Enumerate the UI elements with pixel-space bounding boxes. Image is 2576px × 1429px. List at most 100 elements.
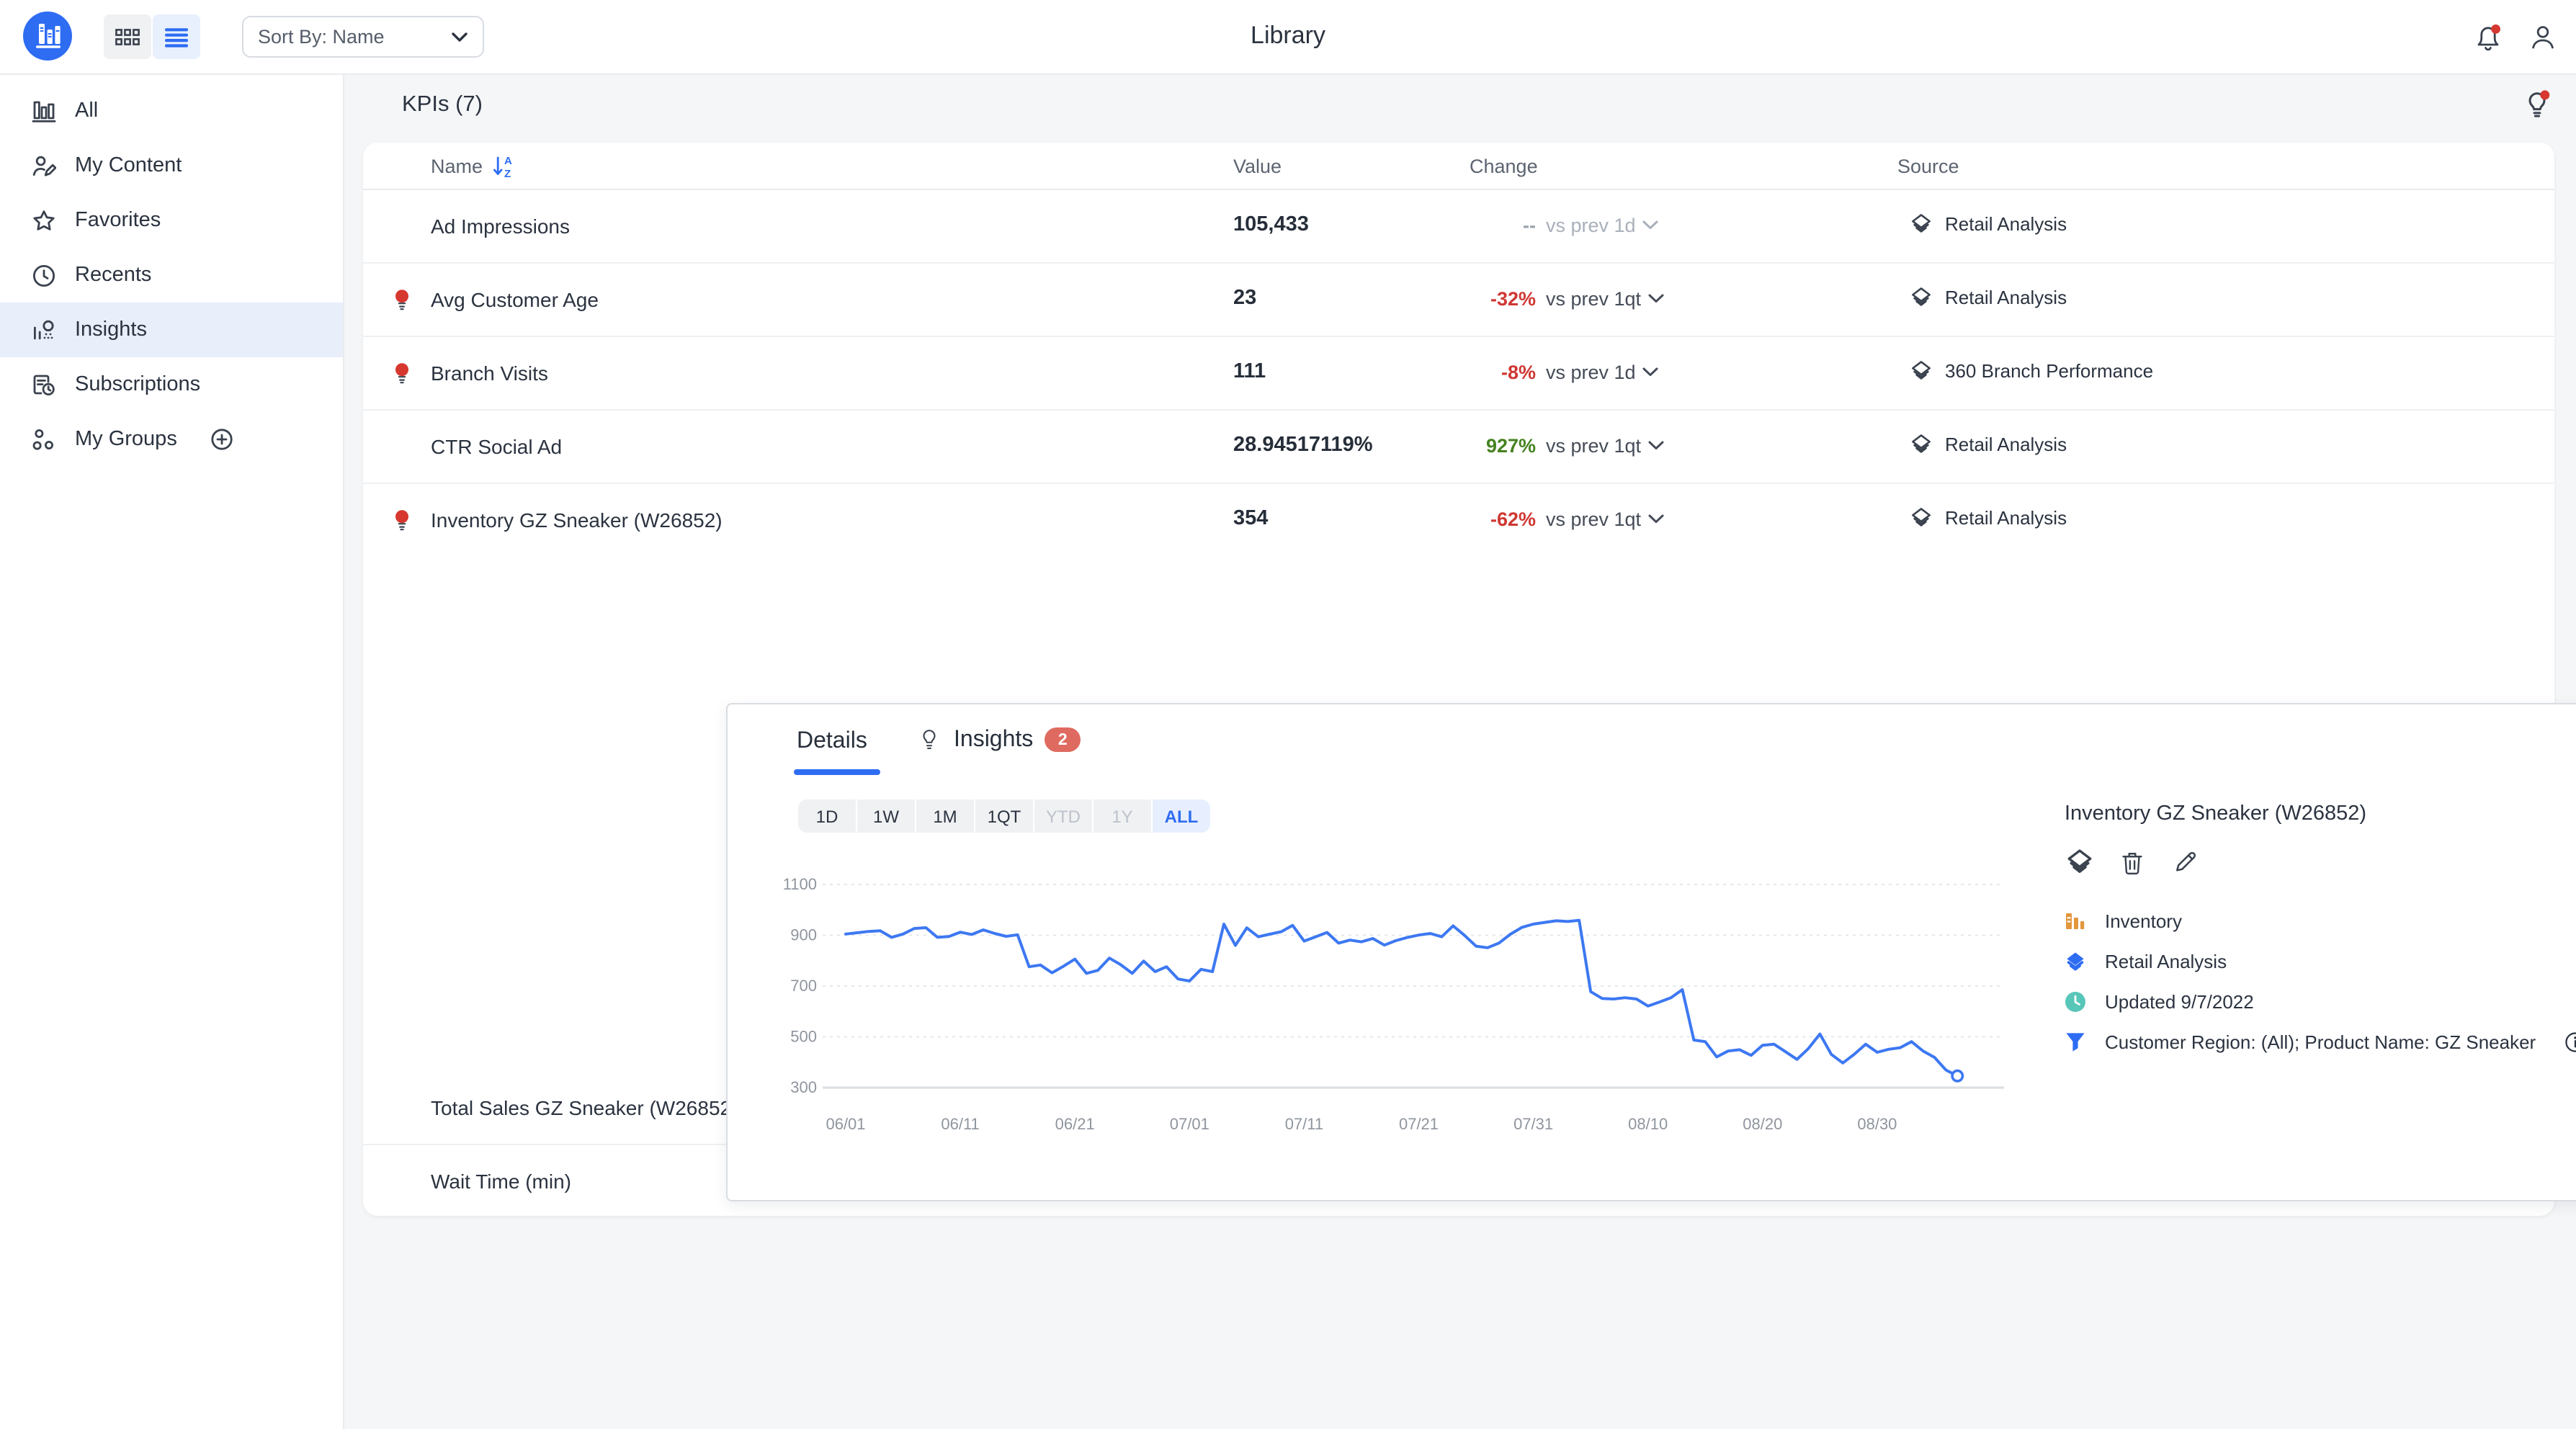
time-range-all[interactable]: ALL [1153, 799, 1210, 833]
time-range-1m[interactable]: 1M [916, 799, 974, 833]
time-range-1qt[interactable]: 1QT [975, 799, 1033, 833]
insight-bulb-icon [390, 288, 413, 313]
kpi-source-label: Retail Analysis [1945, 213, 2067, 235]
document-clock-icon [32, 372, 56, 397]
kpi-row[interactable]: CTR Social Ad 28.94517119% 927% vs prev … [363, 411, 2554, 484]
detail-actions [2065, 847, 2200, 876]
kpi-name: CTR Social Ad [431, 435, 562, 458]
tab-details[interactable]: Details [797, 729, 867, 755]
compare-period-label: vs prev 1qt [1546, 435, 1641, 457]
kpi-name: Branch Visits [431, 362, 548, 385]
sidebar-item-all[interactable]: All [0, 84, 343, 138]
kpi-value: 28.94517119% [1233, 434, 1373, 457]
compare-period-dropdown[interactable]: vs prev 1d [1546, 215, 1659, 236]
chevron-down-icon [1648, 514, 1664, 524]
sidebar-item-subscriptions[interactable]: Subscriptions [0, 357, 343, 412]
compare-period-dropdown[interactable]: vs prev 1qt [1546, 435, 1664, 457]
kpi-row[interactable]: Avg Customer Age 23 -32% vs prev 1qt Ret… [363, 264, 2554, 337]
svg-text:08/10: 08/10 [1628, 1115, 1668, 1133]
time-range-1w[interactable]: 1W [857, 799, 915, 833]
kpi-name: Wait Time (min) [431, 1170, 571, 1193]
tab-insights[interactable]: Insights 2 [916, 726, 1081, 753]
data-model-button[interactable] [2065, 847, 2093, 876]
data-model-icon [1910, 287, 1932, 308]
delete-button[interactable] [2118, 847, 2147, 876]
kpi-source-label: Retail Analysis [1945, 434, 2067, 455]
kpis-table-card: Name A Z Value Change Source Ad Impressi… [363, 143, 2554, 1216]
sidebar-item-label: Subscriptions [75, 373, 200, 396]
detail-meta-row: Inventory [2065, 900, 2576, 941]
sidebar-item-label: My Groups [75, 428, 177, 451]
data-model-icon [2065, 848, 2093, 875]
sidebar-item-recents[interactable]: Recents [0, 248, 343, 303]
kpi-trend-chart: 110090070050030006/0106/1106/2107/0107/1… [782, 873, 2021, 1154]
compare-period-dropdown[interactable]: vs prev 1qt [1546, 509, 1664, 530]
compare-period-label: vs prev 1qt [1546, 288, 1641, 310]
insight-bulb-icon [390, 509, 413, 533]
kpi-name: Avg Customer Age [431, 288, 599, 311]
sidebar-item-my-content[interactable]: My Content [0, 138, 343, 193]
compare-period-dropdown[interactable]: vs prev 1d [1546, 362, 1659, 383]
last-point-marker [1952, 1071, 1962, 1081]
notifications-button[interactable] [2469, 19, 2507, 56]
compare-period-label: vs prev 1d [1546, 215, 1636, 236]
kpi-source: Retail Analysis [1910, 434, 2067, 455]
table-header: Name A Z Value Change Source [363, 143, 2554, 190]
time-range-1d[interactable]: 1D [798, 799, 856, 833]
sidebar-item-label: All [75, 99, 98, 122]
column-header-source: Source [1897, 156, 1959, 177]
trash-icon [2119, 848, 2145, 875]
svg-text:700: 700 [790, 977, 817, 995]
sidebar: All My Content Favorites Recents [0, 73, 344, 1429]
library-page: Sort By: Name Library All [0, 0, 2576, 1429]
sidebar-item-my-groups[interactable]: My Groups [0, 412, 343, 467]
kpi-source: Retail Analysis [1910, 507, 2067, 529]
person-icon [2526, 20, 2560, 55]
info-icon[interactable] [2564, 1031, 2576, 1052]
kpi-rows: Ad Impressions 105,433 -- vs prev 1d Ret… [363, 190, 2554, 556]
kpi-row[interactable]: Inventory GZ Sneaker (W26852) 354 -62% v… [363, 484, 2554, 556]
time-range-1y: 1Y [1094, 799, 1151, 833]
kpi-value: 23 [1233, 287, 1256, 310]
svg-text:08/30: 08/30 [1857, 1115, 1897, 1133]
kpi-row[interactable]: Ad Impressions 105,433 -- vs prev 1d Ret… [363, 190, 2554, 264]
sidebar-item-label: My Content [75, 154, 182, 177]
account-button[interactable] [2524, 19, 2562, 56]
compare-period-dropdown[interactable]: vs prev 1qt [1546, 288, 1664, 310]
svg-text:06/21: 06/21 [1055, 1115, 1095, 1133]
line-chart: 110090070050030006/0106/1106/2107/0107/1… [782, 873, 2021, 1154]
detail-meta-row: Retail Analysis [2065, 941, 2576, 981]
kpi-change: -62% [1363, 509, 1536, 530]
kpi-source-label: 360 Branch Performance [1945, 360, 2153, 382]
data-model-icon [2065, 950, 2086, 972]
kpi-change: 927% [1363, 435, 1536, 457]
time-range-ytd: YTD [1034, 799, 1092, 833]
kpi-name: Inventory GZ Sneaker (W26852) [431, 509, 723, 532]
top-bar: Sort By: Name Library [0, 0, 2576, 75]
lightbulb-dot-icon [2518, 86, 2556, 124]
svg-text:A: A [504, 155, 512, 167]
kpi-value: 111 [1233, 360, 1266, 383]
star-icon [32, 208, 56, 233]
sidebar-item-favorites[interactable]: Favorites [0, 193, 343, 248]
sort-az-icon: A Z [493, 154, 514, 179]
chevron-down-icon [1643, 220, 1659, 230]
sidebar-item-insights[interactable]: Insights [0, 303, 343, 357]
notification-dot [2491, 24, 2500, 34]
kpi-source-label: Retail Analysis [1945, 287, 2067, 308]
kpi-source-label: Retail Analysis [1945, 507, 2067, 529]
insights-icon [32, 318, 56, 342]
edit-button[interactable] [2171, 847, 2200, 876]
lightbulb-icon [916, 726, 942, 753]
sort-az-button[interactable]: A Z [493, 154, 514, 179]
groups-icon [32, 427, 56, 452]
plus-circle-icon [210, 428, 233, 451]
kpi-change: -- [1363, 215, 1536, 236]
sidebar-item-label: Recents [75, 264, 151, 287]
detail-meta-row: Updated 9/7/2022 [2065, 981, 2576, 1021]
kpis-section-title: KPIs (7) [402, 92, 483, 118]
compare-period-label: vs prev 1qt [1546, 509, 1641, 530]
add-group-button[interactable] [210, 428, 233, 451]
insights-filter-button[interactable] [2518, 86, 2556, 124]
kpi-row[interactable]: Branch Visits 111 -8% vs prev 1d 360 Bra… [363, 337, 2554, 411]
